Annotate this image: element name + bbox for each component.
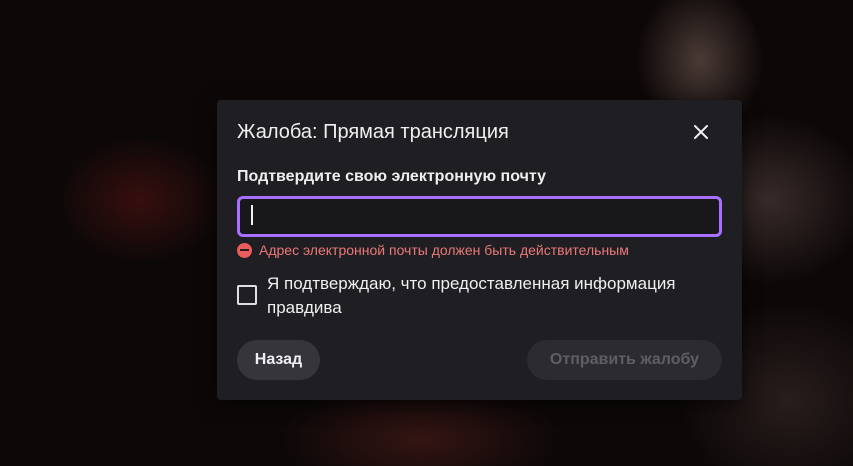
error-minus-circle-icon bbox=[237, 242, 252, 258]
dialog-title: Жалоба: Прямая трансляция bbox=[237, 121, 509, 143]
email-field-label: Подтвердите свою электронную почту bbox=[237, 168, 547, 185]
email-field[interactable] bbox=[237, 196, 722, 237]
confirm-row: Я подтверждаю, что предоставленная инфор… bbox=[237, 272, 727, 320]
confirm-checkbox-label[interactable]: Я подтверждаю, что предоставленная инфор… bbox=[267, 272, 727, 320]
back-button[interactable]: Назад bbox=[237, 340, 320, 380]
close-icon bbox=[694, 125, 708, 139]
email-error-message: Адрес электронной почты должен быть дейс… bbox=[237, 241, 629, 259]
report-dialog: Жалоба: Прямая трансляция Подтвердите св… bbox=[217, 100, 742, 400]
confirm-checkbox[interactable] bbox=[237, 285, 257, 305]
text-caret bbox=[251, 205, 253, 225]
close-button[interactable] bbox=[687, 118, 715, 146]
submit-report-button[interactable]: Отправить жалобу bbox=[527, 340, 722, 380]
error-text: Адрес электронной почты должен быть дейс… bbox=[259, 242, 629, 258]
